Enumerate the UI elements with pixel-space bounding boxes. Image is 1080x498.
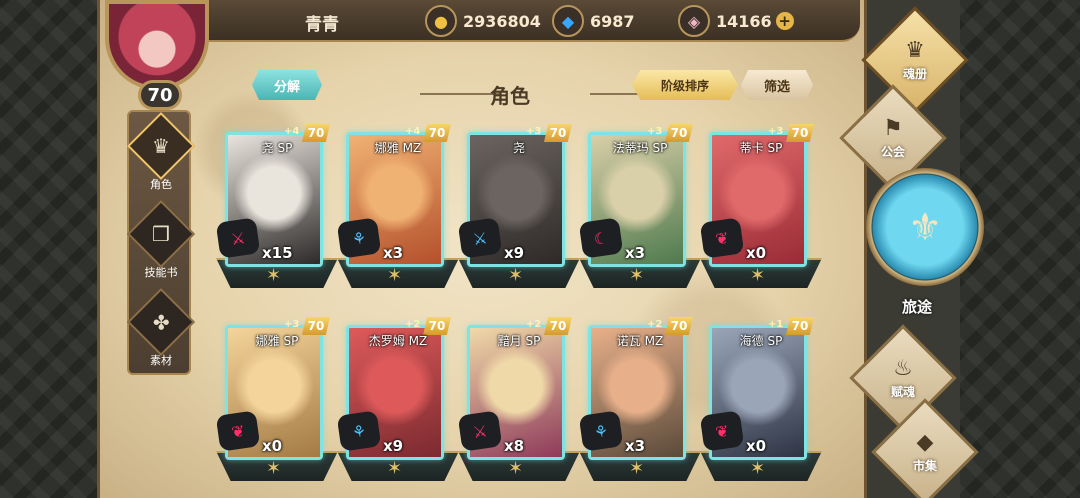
card-shard-count: x9 (383, 437, 404, 455)
pink-gem-icon: ◈ (678, 5, 710, 37)
class-rune-icon: ❦ (215, 410, 261, 452)
left-decorative-border (0, 0, 100, 498)
card-star-plus: +2 (405, 319, 421, 330)
rank-sort-button[interactable]: 阶级排序 (632, 70, 738, 100)
character-card[interactable]: 娜雅 SP+370❦x0 (215, 317, 338, 495)
guild-button[interactable]: ⚑ 公会 (839, 84, 947, 192)
class-rune-icon: ⚔ (215, 217, 261, 259)
material-icon: ✤ (127, 288, 195, 356)
character-name: 娜雅 MZ (374, 141, 422, 155)
guild-icon: ⚑ (883, 116, 903, 141)
card-star-plus: +3 (526, 126, 542, 137)
filter-button[interactable]: 筛选 (741, 70, 813, 100)
character-name: 尧 (512, 141, 525, 155)
character-name: 海德 SP (739, 334, 783, 348)
decompose-button[interactable]: 分解 (252, 70, 322, 100)
card-star-plus: +2 (526, 319, 542, 330)
soul-infuse-button[interactable]: ♨ 赋魂 (849, 324, 957, 432)
character-card[interactable]: 尧+370⚔x9 (457, 124, 580, 302)
crystal-currency: ◆ 6987 (552, 5, 635, 37)
page-title: 角色 (490, 84, 530, 108)
card-star-plus: +3 (284, 319, 300, 330)
journey-emblem-icon: ⚜ (866, 168, 984, 286)
journey-button[interactable]: ⚜ 旅途 (866, 168, 984, 318)
class-rune-icon: ❦ (699, 217, 745, 259)
character-card[interactable]: 诺瓦 MZ+270⚘x3 (578, 317, 701, 495)
skill-book-icon: ❒ (127, 200, 195, 268)
card-shard-count: x15 (262, 244, 293, 262)
left-category-menu: ♛ 角色 ❒ 技能书 ✤ 素材 (127, 110, 195, 375)
character-card[interactable]: 黯月 SP+270⚔x8 (457, 317, 580, 495)
class-rune-icon: ☾ (578, 217, 624, 259)
menu-item-materials[interactable]: ✤ 素材 (127, 288, 195, 368)
card-shard-count: x3 (383, 244, 404, 262)
card-star-plus: +3 (768, 126, 784, 137)
player-level-badge: 70 (138, 80, 182, 110)
card-shard-count: x3 (625, 437, 646, 455)
card-shard-count: x9 (504, 244, 525, 262)
character-name: 杰罗姆 MZ (368, 334, 428, 348)
class-rune-icon: ⚔ (457, 410, 503, 452)
class-rune-icon: ⚘ (336, 410, 382, 452)
card-star-plus: +2 (647, 319, 663, 330)
journey-label: 旅途 (902, 298, 933, 316)
character-name: 蒂卡 SP (739, 141, 783, 155)
gold-currency: ● 2936804 (425, 5, 541, 37)
gold-coin-icon: ● (425, 5, 457, 37)
card-shard-count: x3 (625, 244, 646, 262)
menu-item-characters[interactable]: ♛ 角色 (127, 112, 195, 192)
card-shard-count: x0 (746, 437, 767, 455)
helmet-icon: ♛ (127, 112, 195, 180)
character-card[interactable]: 海德 SP+170❦x0 (699, 317, 822, 495)
class-rune-icon: ⚘ (578, 410, 624, 452)
market-button[interactable]: ◆ 市集 (871, 398, 979, 498)
card-shard-count: x8 (504, 437, 525, 455)
menu-item-skill-books[interactable]: ❒ 技能书 (127, 200, 195, 280)
card-star-plus: +1 (768, 319, 784, 330)
card-shard-count: x0 (262, 437, 283, 455)
soul-book-button[interactable]: ♛ 魂册 (861, 6, 969, 114)
character-name: 黯月 SP (497, 334, 541, 348)
character-card[interactable]: 杰罗姆 MZ+270⚘x9 (336, 317, 459, 495)
character-name: 娜雅 SP (255, 334, 299, 348)
avatar[interactable] (105, 0, 209, 90)
top-resource-bar: 青青 ● 2936804 ◆ 6987 ◈ 14166 + (180, 0, 860, 42)
character-card[interactable]: 娜雅 MZ+470⚘x3 (336, 124, 459, 302)
character-name: 诺瓦 MZ (616, 334, 664, 348)
gem-currency: ◈ 14166 + (678, 5, 794, 37)
card-shard-count: x0 (746, 244, 767, 262)
class-rune-icon: ❦ (699, 410, 745, 452)
gem-value: 14166 (716, 11, 772, 31)
soul-flame-icon: ♨ (893, 356, 913, 381)
card-star-plus: +3 (647, 126, 663, 137)
character-card[interactable]: 法蒂玛 SP+370☾x3 (578, 124, 701, 302)
market-gem-icon: ◆ (916, 430, 934, 455)
card-star-plus: +4 (284, 126, 300, 137)
crystal-value: 6987 (590, 11, 635, 31)
blue-crystal-icon: ◆ (552, 5, 584, 37)
character-card[interactable]: 蒂卡 SP+370❦x0 (699, 124, 822, 302)
class-rune-icon: ⚘ (336, 217, 382, 259)
soul-book-icon: ♛ (905, 38, 925, 63)
character-card[interactable]: 尧 SP+470⚔x15 (215, 124, 338, 302)
add-gem-button[interactable]: + (775, 12, 794, 30)
card-star-plus: +4 (405, 126, 421, 137)
player-avatar-frame[interactable]: 70 (100, 0, 218, 118)
player-name: 青青 (305, 15, 339, 35)
gold-value: 2936804 (463, 11, 541, 31)
character-name: 法蒂玛 SP (612, 141, 668, 155)
character-name: 尧 SP (261, 141, 293, 155)
class-rune-icon: ⚔ (457, 217, 503, 259)
